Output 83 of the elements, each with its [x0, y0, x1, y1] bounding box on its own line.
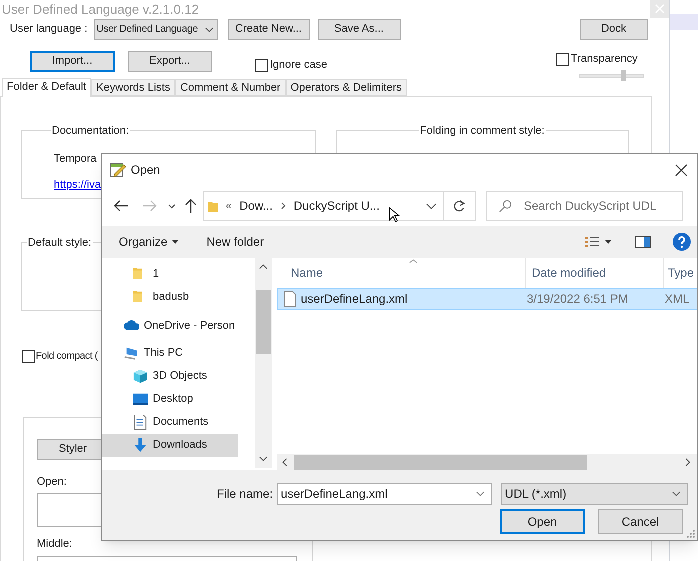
file-icon [284, 291, 296, 307]
save-as-button[interactable]: Save As... [318, 19, 401, 40]
nav-item[interactable]: 3D Objects [102, 365, 238, 388]
nav-item[interactable]: OneDrive - Person [102, 315, 238, 338]
documentation-link[interactable]: https://iva [54, 176, 102, 193]
nav-item[interactable]: Downloads [102, 434, 238, 457]
view-list-icon[interactable] [585, 236, 599, 248]
tab[interactable]: Folder & Default [2, 78, 92, 96]
scroll-left-icon[interactable] [282, 458, 288, 466]
dropdown-arrow-icon [172, 240, 179, 244]
chevron-icon[interactable] [168, 204, 176, 208]
chevron-icon[interactable] [426, 202, 437, 210]
export-button[interactable]: Export... [128, 51, 212, 72]
file-name-label: File name: [217, 486, 274, 503]
group-box-title: Default style: [27, 236, 93, 250]
scrollbar-thumb[interactable] [294, 454, 587, 470]
up-arrow-icon[interactable] [185, 198, 197, 214]
open-button[interactable]: Open [500, 509, 585, 534]
monitor-icon [133, 392, 148, 407]
checkbox[interactable] [255, 58, 268, 72]
create-new-button[interactable]: Create New... [228, 19, 310, 40]
file-type-dropdown[interactable]: UDL (*.xml) [501, 483, 688, 505]
computer-icon [124, 346, 139, 361]
tab[interactable]: Keywords Lists [91, 78, 176, 96]
new-folder-button[interactable]: New folder [206, 233, 264, 251]
search-icon [499, 200, 512, 212]
chevron-icon [204, 26, 214, 32]
close-icon[interactable] [675, 164, 688, 176]
checkbox-label: Ignore case [270, 58, 328, 73]
scroll-up-icon[interactable] [259, 264, 268, 270]
checkbox[interactable] [556, 52, 569, 66]
checkbox[interactable] [22, 350, 35, 362]
nav-item[interactable]: Documents [102, 411, 238, 434]
preview-pane-icon[interactable] [635, 236, 651, 248]
field-label: Middle: [37, 537, 72, 552]
resize-grip-icon[interactable] [685, 530, 695, 538]
file-row[interactable]: userDefineLang.xml 3/19/2022 6:51 PM XML [277, 288, 697, 310]
breadcrumb[interactable]: Dow... [240, 197, 273, 215]
scrollbar-thumb[interactable] [256, 290, 271, 354]
overflow-icon[interactable]: « [226, 198, 232, 214]
nav-item[interactable]: Desktop [102, 388, 238, 411]
search-field[interactable]: Search DuckyScript UDL [486, 191, 683, 221]
scrollbar[interactable] [255, 258, 272, 468]
help-icon[interactable] [673, 233, 691, 251]
file-name-field[interactable]: userDefineLang.xml [277, 483, 492, 505]
breadcrumb[interactable]: DuckyScript U... [294, 197, 380, 215]
nav-item[interactable]: 1 [102, 263, 238, 286]
chevron-icon [280, 202, 286, 210]
cube-icon [133, 369, 148, 384]
refresh-icon [453, 200, 466, 212]
dock-button[interactable]: Dock [580, 19, 648, 40]
group-box-title: Folding in comment style: [419, 124, 546, 138]
document-icon [133, 415, 148, 430]
folder-icon [208, 199, 218, 213]
address-bar[interactable]: « Dow... DuckyScript U... [203, 191, 444, 221]
chevron-icon [672, 491, 682, 497]
group-box-title: Documentation: [51, 124, 130, 138]
field-label: Open: [37, 474, 67, 490]
dropdown-arrow-icon[interactable] [605, 240, 612, 244]
dialog-title: Open [131, 162, 160, 179]
language-dropdown[interactable]: User Defined Language [94, 19, 218, 40]
organize-menu[interactable]: Organize [119, 233, 179, 251]
chevron-icon [476, 491, 486, 497]
checkbox-label: Transparency [571, 52, 638, 67]
slider-thumb[interactable] [621, 70, 626, 80]
checkbox-label: Fold compact ( [36, 350, 98, 364]
scroll-down-icon[interactable] [259, 456, 268, 462]
refresh-button[interactable] [444, 191, 476, 221]
documentation-text: Tempora [54, 152, 97, 167]
cancel-button[interactable]: Cancel [598, 509, 683, 534]
column-header[interactable]: Name [277, 258, 525, 288]
scrollbar[interactable] [277, 454, 697, 470]
import-button[interactable]: Import... [30, 51, 115, 72]
tab[interactable]: Comment & Number [175, 78, 286, 96]
language-label: User language : [10, 22, 88, 38]
notepad-icon [109, 161, 127, 179]
nav-item[interactable]: This PC [102, 342, 238, 365]
back-arrow-icon[interactable] [114, 200, 129, 212]
nav-item[interactable]: badusb [102, 286, 238, 309]
tab[interactable]: Operators & Delimiters [286, 78, 407, 96]
window-title: User Defined Language v.2.1.0.12 [1, 1, 200, 19]
scroll-right-icon[interactable] [685, 458, 691, 466]
download-arrow-icon [133, 438, 148, 453]
